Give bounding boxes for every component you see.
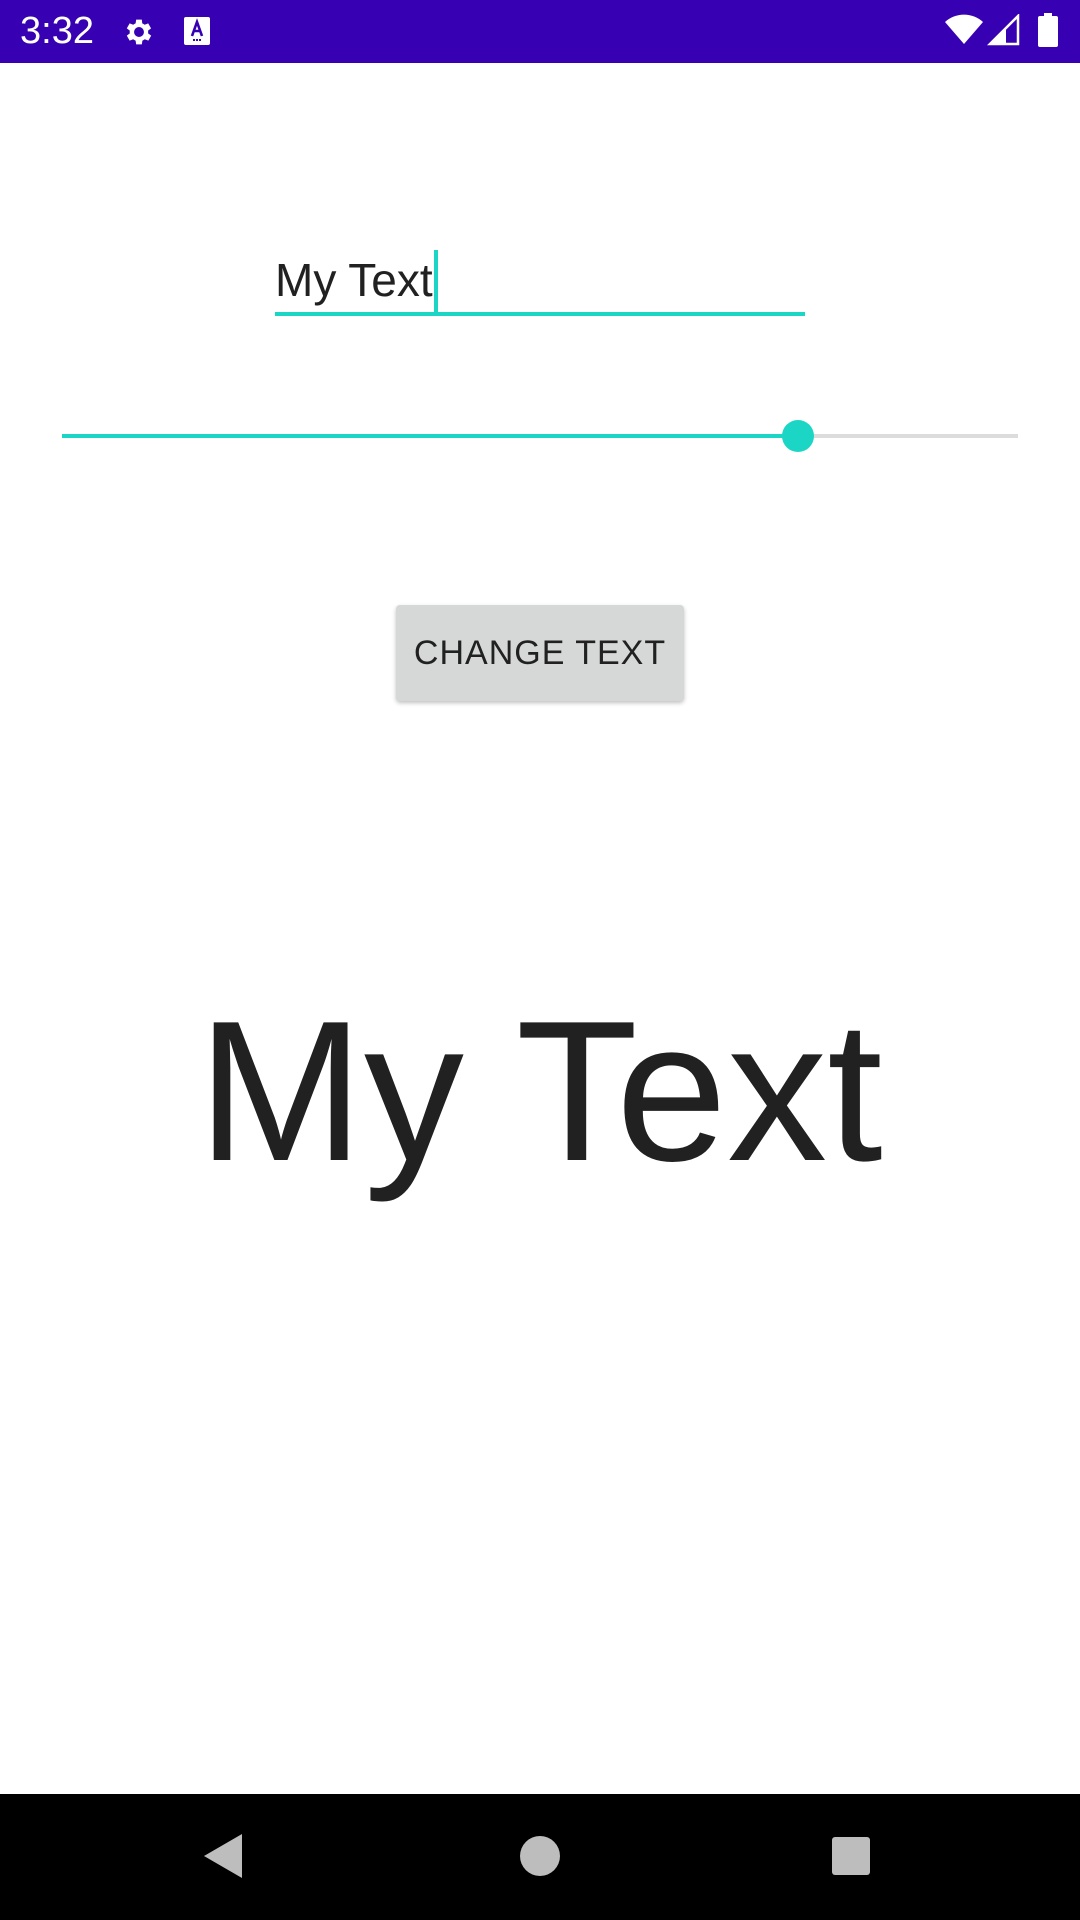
slider-fill bbox=[62, 434, 798, 438]
status-bar: 3:32 bbox=[0, 0, 1080, 63]
change-text-button[interactable]: CHANGE TEXT bbox=[396, 605, 684, 701]
display-text: My Text bbox=[197, 980, 883, 1203]
battery-icon bbox=[1038, 13, 1058, 47]
recents-icon[interactable] bbox=[830, 1835, 872, 1877]
text-input-value-wrap[interactable]: My Text bbox=[275, 249, 438, 312]
gear-icon bbox=[126, 19, 152, 45]
size-slider[interactable] bbox=[62, 420, 1018, 452]
text-cursor bbox=[433, 249, 438, 312]
back-icon[interactable] bbox=[202, 1832, 244, 1880]
home-icon[interactable] bbox=[518, 1834, 562, 1878]
wifi-icon bbox=[945, 14, 983, 44]
text-input-value: My Text bbox=[275, 254, 433, 306]
slider-thumb[interactable] bbox=[782, 420, 814, 452]
text-a-icon bbox=[184, 17, 210, 45]
navigation-bar bbox=[0, 1794, 1080, 1920]
status-time: 3:32 bbox=[20, 10, 94, 52]
signal-icon bbox=[986, 14, 1020, 46]
